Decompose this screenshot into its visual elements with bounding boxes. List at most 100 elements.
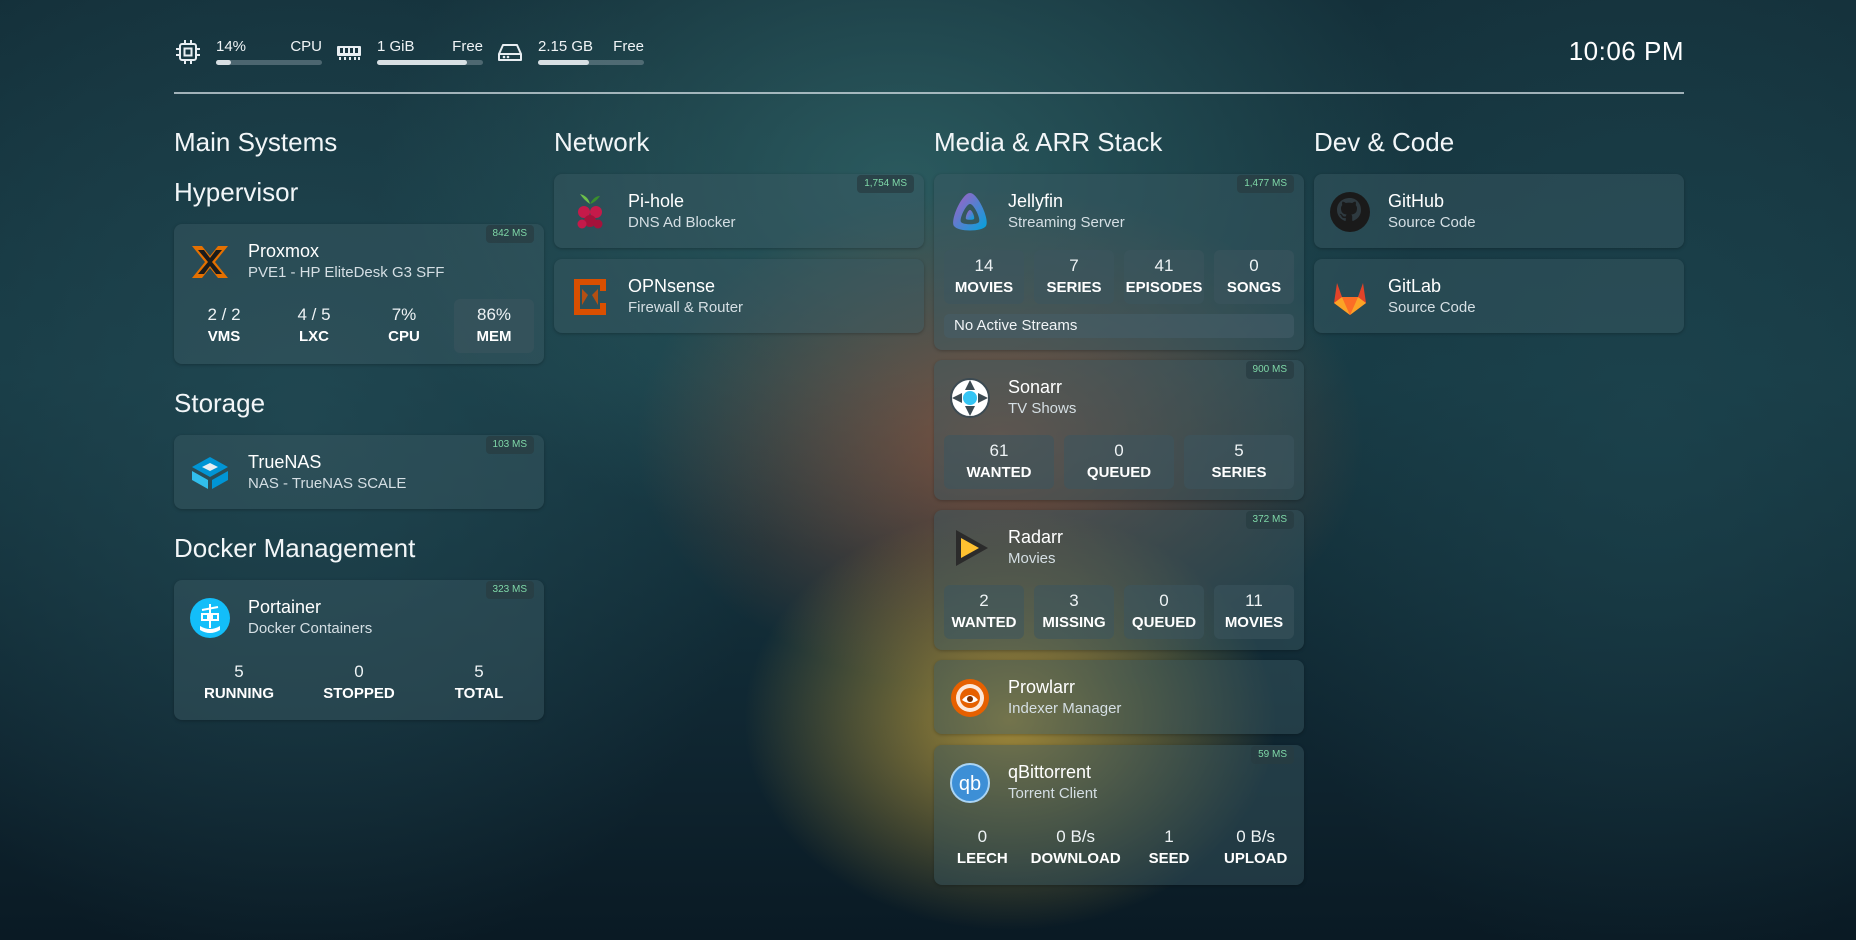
- stat-wanted: 2 WANTED: [944, 585, 1024, 639]
- column-title-media-arr-stack: Media & ARR Stack: [934, 127, 1163, 157]
- service-card-github[interactable]: GitHub Source Code: [1314, 174, 1684, 248]
- stat-songs: 0 SONGS: [1214, 250, 1294, 304]
- disk-usage-fill: [538, 60, 589, 65]
- stat-wanted: 61 WANTED: [944, 435, 1054, 489]
- stat-lxc: 4 / 5 LXC: [297, 305, 331, 345]
- disk-label: Free: [613, 38, 644, 55]
- ping-badge: 103 MS: [485, 436, 534, 454]
- service-card-proxmox[interactable]: 842 MS Proxmox PVE1 - HP EliteDesk G3 SF…: [174, 224, 544, 364]
- section-title-storage: Storage: [174, 388, 266, 418]
- jellyfin-logo-icon: [953, 193, 987, 231]
- service-description: Streaming Server: [1008, 214, 1125, 231]
- service-name: Jellyfin: [1008, 191, 1064, 211]
- service-card-truenas[interactable]: 103 MS TrueNAS NAS - TrueNAS SCALE: [174, 435, 544, 509]
- service-name: Prowlarr: [1008, 677, 1076, 697]
- service-stats: 0 LEECH 0 B/s DOWNLOAD 1 SEED 0 B/s UPLOAD: [944, 821, 1294, 875]
- stat-total: 5 TOTAL: [454, 662, 504, 702]
- stat-upload: 0 B/s UPLOAD: [1224, 827, 1288, 867]
- qbittorrent-logo-text: qb: [959, 773, 981, 795]
- service-stats: 2 / 2 VMS 4 / 5 LXC 7% CPU 86% MEM: [184, 299, 534, 353]
- stat-series: 5 SERIES: [1184, 435, 1294, 489]
- service-description: Firewall & Router: [628, 299, 744, 316]
- service-card-pihole[interactable]: 1,754 MS Pi-hole DNS Ad Blocker: [554, 174, 924, 248]
- stat-running: 5 RUNNING: [204, 662, 274, 702]
- clock: 10:06 PM: [1568, 36, 1684, 66]
- sonarr-logo-icon: [950, 378, 990, 418]
- service-card-qbittorrent[interactable]: 59 MS qb qBittorrent Torrent Client 0 LEE…: [934, 745, 1304, 885]
- service-card-prowlarr[interactable]: Prowlarr Indexer Manager: [934, 660, 1304, 734]
- service-stats: 14 MOVIES 7 SERIES 41 EPISODES 0 SONGS: [944, 250, 1294, 304]
- memory-usage-fill: [377, 60, 468, 65]
- service-name: GitHub: [1388, 191, 1445, 211]
- service-name: Pi-hole: [628, 191, 685, 211]
- service-stats: 61 WANTED 0 QUEUED 5 SERIES: [944, 435, 1294, 489]
- service-name: qBittorrent: [1008, 762, 1092, 782]
- portainer-logo-icon: [190, 598, 230, 638]
- stat-mem: 86% MEM: [454, 299, 534, 353]
- cpu-usage-fill: [216, 60, 231, 65]
- hard-drive-icon: [498, 44, 522, 61]
- service-description: Indexer Manager: [1008, 700, 1122, 717]
- memory-label: Free: [452, 38, 483, 55]
- disk-usage-bar: [538, 60, 644, 65]
- service-stats: 2 WANTED 3 MISSING 0 QUEUED 11 MOVIES: [944, 585, 1294, 639]
- stat-stopped: 0 STOPPED: [323, 662, 395, 702]
- disk-widget: 2.15 GB Free: [496, 32, 644, 72]
- cpu-label: CPU: [290, 38, 322, 55]
- service-card-jellyfin[interactable]: 1,477 MS Jellyfin Streaming Server 14 MOV…: [934, 174, 1304, 350]
- column-title-dev-code: Dev & Code: [1314, 127, 1455, 157]
- opnsense-logo-icon: [574, 279, 606, 315]
- service-stats: 5 RUNNING 0 STOPPED 5 TOTAL: [184, 656, 534, 710]
- truenas-logo-icon: [192, 457, 228, 489]
- service-card-gitlab[interactable]: GitLab Source Code: [1314, 259, 1684, 333]
- service-name: GitLab: [1388, 276, 1442, 296]
- stat-queued: 0 QUEUED: [1124, 585, 1204, 639]
- radarr-logo-icon: [956, 530, 988, 566]
- qbittorrent-logo-icon: qb: [950, 763, 990, 803]
- service-name: Portainer: [248, 597, 322, 617]
- stat-seed: 1 SEED: [1148, 827, 1190, 867]
- prowlarr-logo-icon: [951, 679, 989, 717]
- cpu-usage-bar: [216, 60, 322, 65]
- stat-download: 0 B/s DOWNLOAD: [1030, 827, 1121, 867]
- service-card-portainer[interactable]: 323 MS Portainer Docker Containers 5 RUNN…: [174, 580, 544, 720]
- service-name: TrueNAS: [248, 452, 322, 472]
- service-description: NAS - TrueNAS SCALE: [248, 475, 407, 492]
- stat-cpu: 7% CPU: [388, 305, 420, 345]
- column-title-main-systems: Main Systems: [174, 127, 338, 157]
- github-logo-icon: [1330, 192, 1370, 232]
- proxmox-logo-icon: [192, 246, 228, 278]
- service-description: Source Code: [1388, 214, 1476, 231]
- service-description: Torrent Client: [1008, 785, 1098, 802]
- cpu-widget: 14% CPU: [174, 32, 322, 72]
- stat-queued: 0 QUEUED: [1064, 435, 1174, 489]
- ping-badge: 900 MS: [1245, 361, 1294, 379]
- memory-widget: 1 GiB Free: [335, 32, 483, 72]
- memory-value: 1 GiB: [377, 38, 415, 55]
- service-description: Source Code: [1388, 299, 1476, 316]
- column-title-network: Network: [554, 127, 650, 157]
- ram-icon: [337, 46, 361, 60]
- ping-badge: 59 MS: [1251, 746, 1294, 764]
- stat-episodes: 41 EPISODES: [1124, 250, 1204, 304]
- cpu-icon: [176, 40, 200, 64]
- service-description: DNS Ad Blocker: [628, 214, 736, 231]
- ping-badge: 842 MS: [485, 225, 534, 243]
- ping-badge: 1,477 MS: [1237, 175, 1294, 193]
- service-name: Proxmox: [248, 241, 320, 261]
- gitlab-logo-icon: [1334, 283, 1366, 315]
- section-title-hypervisor: Hypervisor: [174, 177, 299, 207]
- stat-movies: 11 MOVIES: [1214, 585, 1294, 639]
- service-card-sonarr[interactable]: 900 MS Sonarr TV Shows 61 WANTED 0 QUEUED …: [934, 360, 1304, 500]
- service-name: Radarr: [1008, 527, 1064, 547]
- cpu-value: 14%: [216, 38, 247, 55]
- service-description: TV Shows: [1008, 400, 1077, 417]
- ping-badge: 323 MS: [485, 581, 534, 599]
- service-card-radarr[interactable]: 372 MS Radarr Movies 2 WANTED 3 MISSING 0Q…: [934, 510, 1304, 650]
- service-description: Movies: [1008, 550, 1056, 567]
- pihole-logo-icon: [577, 194, 603, 229]
- stat-movies: 14 MOVIES: [944, 250, 1024, 304]
- memory-usage-bar: [377, 60, 483, 65]
- ping-badge: 1,754 MS: [857, 175, 914, 193]
- service-card-opnsense[interactable]: OPNsense Firewall & Router: [554, 259, 924, 333]
